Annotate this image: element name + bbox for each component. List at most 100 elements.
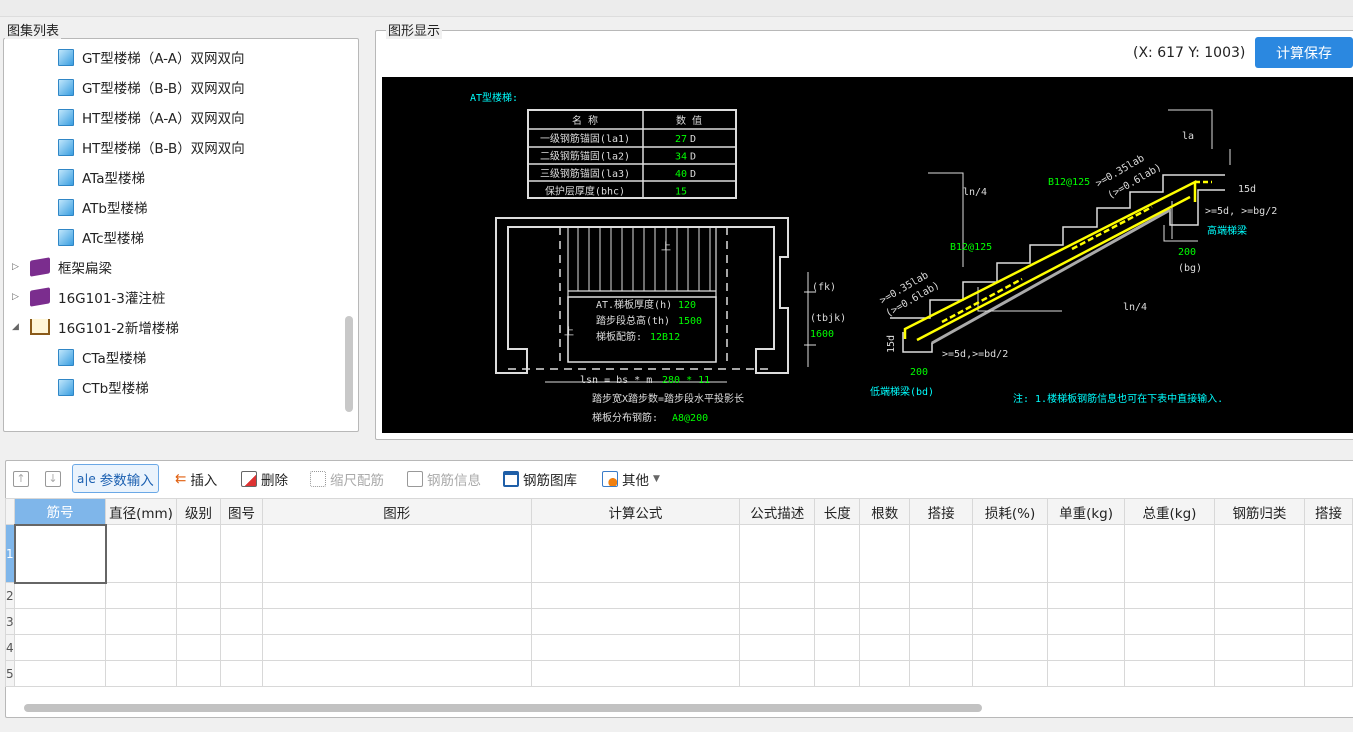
table-cell[interactable] <box>176 634 221 661</box>
row-number[interactable]: 1 <box>4 524 16 583</box>
table-cell[interactable] <box>972 660 1049 687</box>
table-cell[interactable] <box>859 524 911 583</box>
table-cell[interactable] <box>219 582 263 609</box>
table-cell[interactable] <box>1303 634 1353 661</box>
move-up-button[interactable]: ↑ <box>13 465 29 493</box>
table-cell[interactable] <box>814 582 861 609</box>
table-cell[interactable] <box>176 608 221 635</box>
table-cell[interactable] <box>814 524 861 583</box>
row-number[interactable]: 4 <box>4 634 16 661</box>
expander-icon[interactable]: ◢ <box>12 322 22 332</box>
table-row[interactable]: 3 <box>4 608 1353 635</box>
table-cell[interactable] <box>909 524 974 583</box>
table-cell[interactable] <box>1303 608 1353 635</box>
table-cell[interactable] <box>859 608 911 635</box>
tree-item[interactable]: ▷ 16G101-3灌注桩 <box>12 286 165 308</box>
table-cell[interactable] <box>219 660 263 687</box>
table-cell[interactable] <box>1047 582 1126 609</box>
column-header[interactable]: 直径(mm) <box>105 498 178 525</box>
tree-item[interactable]: CTa型楼梯 <box>58 346 146 368</box>
table-cell[interactable] <box>1303 582 1353 609</box>
table-cell[interactable] <box>14 634 107 661</box>
insert-button[interactable]: ⇇ 插入 <box>175 465 217 493</box>
table-cell[interactable] <box>909 608 974 635</box>
row-number[interactable]: 2 <box>4 582 16 609</box>
expander-icon[interactable]: ▷ <box>12 262 22 272</box>
column-header[interactable]: 筋号 <box>14 498 107 525</box>
table-cell[interactable] <box>1213 634 1305 661</box>
table-cell[interactable] <box>261 660 532 687</box>
table-cell[interactable] <box>105 524 178 583</box>
row-number[interactable]: 5 <box>4 660 16 687</box>
table-cell[interactable] <box>219 634 263 661</box>
rebar-library-button[interactable]: 钢筋图库 <box>503 465 577 493</box>
table-cell[interactable] <box>972 582 1049 609</box>
table-cell[interactable] <box>1303 524 1353 583</box>
table-cell[interactable] <box>972 634 1049 661</box>
table-cell[interactable] <box>739 582 816 609</box>
tree-item[interactable]: ATc型楼梯 <box>58 226 144 248</box>
table-cell[interactable] <box>530 582 741 609</box>
table-cell[interactable] <box>105 582 178 609</box>
table-cell[interactable] <box>261 582 532 609</box>
table-cell[interactable] <box>261 608 532 635</box>
table-cell[interactable] <box>1213 660 1305 687</box>
tree-item[interactable]: ▷ 框架扁梁 <box>12 256 112 278</box>
table-cell[interactable] <box>219 608 263 635</box>
table-row[interactable]: 1 <box>4 523 1353 584</box>
table-cell[interactable] <box>814 634 861 661</box>
table-cell[interactable] <box>530 524 741 583</box>
table-cell[interactable] <box>13 523 107 584</box>
table-cell[interactable] <box>739 634 816 661</box>
column-header[interactable]: 公式描述 <box>739 498 816 525</box>
column-header[interactable]: 搭接 <box>1303 498 1353 525</box>
tree-item[interactable]: ATb型楼梯 <box>58 196 148 218</box>
table-cell[interactable] <box>219 524 263 583</box>
table-cell[interactable] <box>814 608 861 635</box>
calculate-save-button[interactable]: 计算保存 <box>1255 37 1353 68</box>
table-cell[interactable] <box>261 524 532 583</box>
move-down-button[interactable]: ↓ <box>45 465 61 493</box>
table-cell[interactable] <box>176 582 221 609</box>
table-cell[interactable] <box>909 660 974 687</box>
table-cell[interactable] <box>105 660 178 687</box>
tree-item[interactable]: CTb型楼梯 <box>58 376 149 398</box>
table-cell[interactable] <box>859 634 911 661</box>
delete-button[interactable]: 删除 <box>241 465 288 493</box>
table-cell[interactable] <box>1047 608 1126 635</box>
column-header[interactable]: 根数 <box>859 498 911 525</box>
table-cell[interactable] <box>1213 582 1305 609</box>
table-cell[interactable] <box>1124 634 1215 661</box>
table-cell[interactable] <box>1047 524 1126 583</box>
table-cell[interactable] <box>261 634 532 661</box>
horizontal-scrollbar[interactable] <box>24 704 982 712</box>
param-input-button[interactable]: a|e 参数输入 <box>72 464 159 493</box>
table-row[interactable]: 2 <box>4 582 1353 609</box>
table-cell[interactable] <box>1124 608 1215 635</box>
table-cell[interactable] <box>14 608 107 635</box>
table-cell[interactable] <box>814 660 861 687</box>
table-row[interactable]: 5 <box>4 660 1353 687</box>
drawing-canvas[interactable]: AT型楼梯: 名 称 数 值 一级钢筋锚固(la1) 27 D 二级钢筋锚固(la2)… <box>382 77 1353 433</box>
table-cell[interactable] <box>530 634 741 661</box>
table-cell[interactable] <box>1124 582 1215 609</box>
expander-icon[interactable]: ▷ <box>12 292 22 302</box>
table-cell[interactable] <box>105 634 178 661</box>
table-cell[interactable] <box>1047 634 1126 661</box>
table-cell[interactable] <box>972 608 1049 635</box>
table-cell[interactable] <box>14 660 107 687</box>
table-cell[interactable] <box>176 524 221 583</box>
tree-item[interactable]: ◢ 16G101-2新增楼梯 <box>12 316 179 338</box>
table-cell[interactable] <box>859 582 911 609</box>
table-cell[interactable] <box>105 608 178 635</box>
table-cell[interactable] <box>1124 660 1215 687</box>
column-header[interactable]: 计算公式 <box>530 498 741 525</box>
table-cell[interactable] <box>859 660 911 687</box>
column-header[interactable]: 钢筋归类 <box>1213 498 1305 525</box>
table-cell[interactable] <box>530 660 741 687</box>
table-cell[interactable] <box>1213 524 1305 583</box>
table-cell[interactable] <box>739 524 816 583</box>
table-cell[interactable] <box>739 660 816 687</box>
table-cell[interactable] <box>1213 608 1305 635</box>
table-cell[interactable] <box>1047 660 1126 687</box>
